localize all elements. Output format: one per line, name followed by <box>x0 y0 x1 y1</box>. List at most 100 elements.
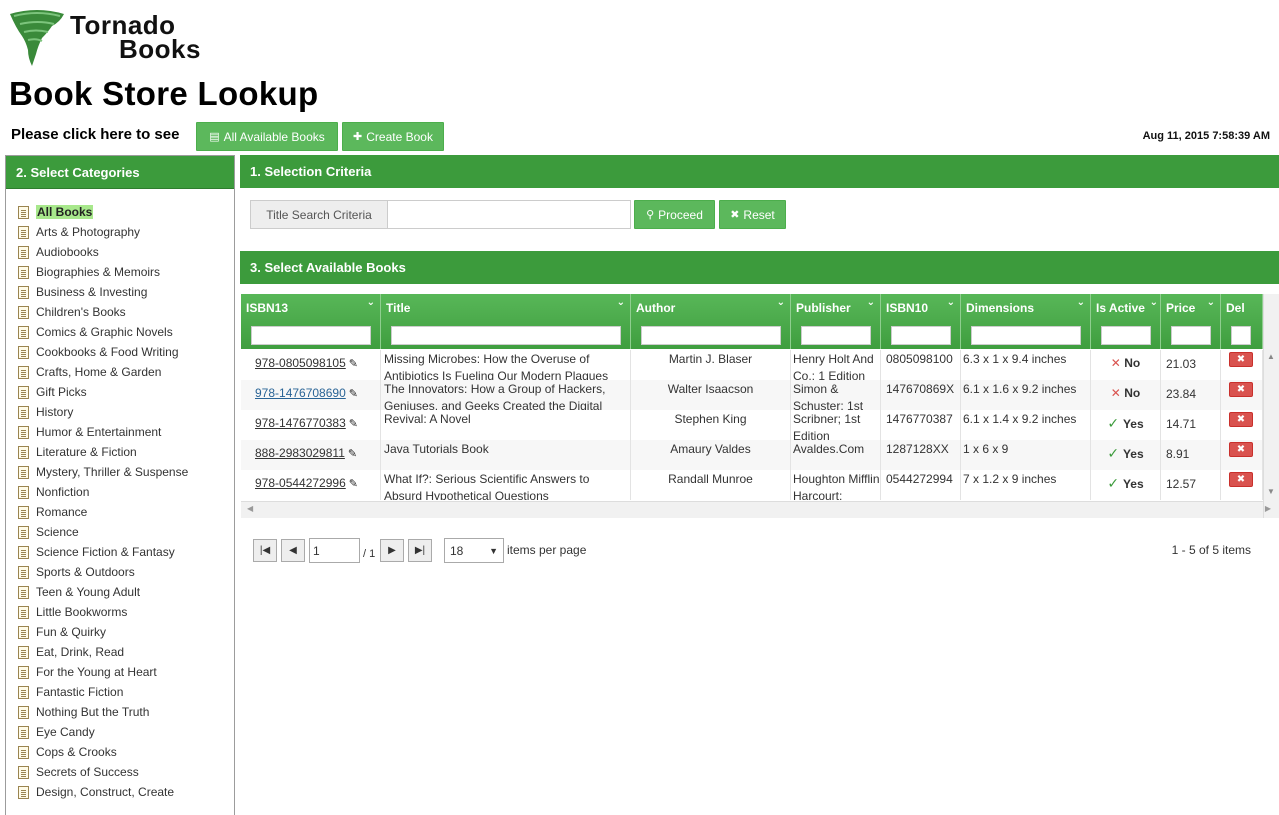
filter-is-active[interactable] <box>1101 326 1151 345</box>
category-item[interactable]: Comics & Graphic Novels <box>18 322 234 342</box>
category-item[interactable]: Audiobooks <box>18 242 234 262</box>
page-size-select[interactable]: 18 ▼ <box>444 538 504 563</box>
delete-button[interactable]: ✖ <box>1229 352 1253 367</box>
chevron-down-icon[interactable]: ⌄ <box>777 297 785 308</box>
horizontal-scrollbar[interactable]: ◀ ▶ <box>241 501 1271 518</box>
scroll-down-arrow-icon[interactable]: ▼ <box>1267 487 1275 496</box>
category-item[interactable]: Eat, Drink, Read <box>18 642 234 662</box>
table-row[interactable]: 978-0805098105 ✎ Missing Microbes: How the… <box>241 350 1263 380</box>
category-item[interactable]: Eye Candy <box>18 722 234 742</box>
category-item[interactable]: Mystery, Thriller & Suspense <box>18 462 234 482</box>
category-item[interactable]: Arts & Photography <box>18 222 234 242</box>
scroll-left-arrow-icon[interactable]: ◀ <box>247 504 253 513</box>
delete-button[interactable]: ✖ <box>1229 472 1253 487</box>
column-header-price[interactable]: Price ⌄ <box>1161 294 1221 349</box>
reset-button[interactable]: ✖ Reset <box>719 200 786 229</box>
proceed-button[interactable]: ⚲ Proceed <box>634 200 715 229</box>
scroll-right-arrow-icon[interactable]: ▶ <box>1265 504 1271 513</box>
category-item[interactable]: Nothing But the Truth <box>18 702 234 722</box>
vertical-scrollbar[interactable]: ▲ ▼ <box>1263 294 1279 518</box>
scroll-up-arrow-icon[interactable]: ▲ <box>1267 352 1275 361</box>
category-item[interactable]: Science Fiction & Fantasy <box>18 542 234 562</box>
column-header-isbn10[interactable]: ISBN10 ⌄ <box>881 294 961 349</box>
column-header-del[interactable]: Del <box>1221 294 1263 349</box>
category-item[interactable]: Cops & Crooks <box>18 742 234 762</box>
document-icon <box>18 685 29 699</box>
category-item[interactable]: Fantastic Fiction <box>18 682 234 702</box>
delete-button[interactable]: ✖ <box>1229 442 1253 457</box>
category-item[interactable]: Literature & Fiction <box>18 442 234 462</box>
filter-isbn13[interactable] <box>251 326 371 345</box>
column-header-is-active[interactable]: Is Active ⌄ <box>1091 294 1161 349</box>
chevron-down-icon[interactable]: ⌄ <box>947 297 955 308</box>
isbn13-link[interactable]: 978-0544272996 <box>255 476 346 490</box>
column-header-author[interactable]: Author ⌄ <box>631 294 791 349</box>
category-item[interactable]: Teen & Young Adult <box>18 582 234 602</box>
prev-page-button[interactable]: ◀ <box>281 539 305 562</box>
category-item[interactable]: History <box>18 402 234 422</box>
category-item[interactable]: Fun & Quirky <box>18 622 234 642</box>
table-row[interactable]: 978-0544272996 ✎ What If?: Serious Scienti… <box>241 470 1263 500</box>
delete-button[interactable]: ✖ <box>1229 412 1253 427</box>
chevron-down-icon[interactable]: ⌄ <box>1150 297 1158 308</box>
create-book-button[interactable]: ✚ Create Book <box>342 122 444 151</box>
column-header-dimensions[interactable]: Dimensions ⌄ <box>961 294 1091 349</box>
author-text: Martin J. Blaser <box>668 352 753 366</box>
category-item[interactable]: For the Young at Heart <box>18 662 234 682</box>
isbn13-link[interactable]: 978-1476708690 <box>255 386 346 400</box>
last-page-button[interactable]: ▶| <box>408 539 432 562</box>
filter-author[interactable] <box>641 326 781 345</box>
timestamp: Aug 11, 2015 7:58:39 AM <box>1142 130 1270 142</box>
filter-publisher[interactable] <box>801 326 871 345</box>
document-icon <box>18 305 29 319</box>
category-item[interactable]: Children's Books <box>18 302 234 322</box>
first-page-button[interactable]: |◀ <box>253 539 277 562</box>
filter-title[interactable] <box>391 326 621 345</box>
filter-del[interactable] <box>1231 326 1251 345</box>
chevron-down-icon[interactable]: ⌄ <box>617 297 625 308</box>
category-item[interactable]: Humor & Entertainment <box>18 422 234 442</box>
category-item[interactable]: Romance <box>18 502 234 522</box>
table-row[interactable]: 978-1476708690 ✎ The Innovators: How a Gro… <box>241 380 1263 410</box>
category-item[interactable]: All Books <box>18 202 234 222</box>
pencil-icon[interactable]: ✎ <box>349 356 358 373</box>
category-item[interactable]: Design, Construct, Create <box>18 782 234 802</box>
category-item[interactable]: Little Bookworms <box>18 602 234 622</box>
category-item[interactable]: Secrets of Success <box>18 762 234 782</box>
pencil-icon[interactable]: ✎ <box>349 416 358 433</box>
all-available-books-button[interactable]: ▤ All Available Books <box>196 122 338 151</box>
filter-isbn10[interactable] <box>891 326 951 345</box>
chevron-down-icon[interactable]: ⌄ <box>1207 297 1215 308</box>
table-row[interactable]: 978-1476770383 ✎ Revival: A Novel Stephen K… <box>241 410 1263 440</box>
column-header-publisher[interactable]: Publisher ⌄ <box>791 294 881 349</box>
category-item[interactable]: Business & Investing <box>18 282 234 302</box>
column-header-title[interactable]: Title ⌄ <box>381 294 631 349</box>
category-item[interactable]: Biographies & Memoirs <box>18 262 234 282</box>
category-item[interactable]: Sports & Outdoors <box>18 562 234 582</box>
pencil-icon[interactable]: ✎ <box>348 446 357 463</box>
category-item[interactable]: Cookbooks & Food Writing <box>18 342 234 362</box>
isbn13-link[interactable]: 978-0805098105 <box>255 356 346 370</box>
category-label: Nonfiction <box>36 485 90 499</box>
table-row[interactable]: 888-2983029811 ✎ Java Tutorials Book Amaury… <box>241 440 1263 470</box>
filter-price[interactable] <box>1171 326 1211 345</box>
category-item[interactable]: Nonfiction <box>18 482 234 502</box>
chevron-down-icon[interactable]: ⌄ <box>867 297 875 308</box>
page-number-input[interactable]: 1 <box>309 538 360 563</box>
pencil-icon[interactable]: ✎ <box>349 476 358 493</box>
category-item[interactable]: Gift Picks <box>18 382 234 402</box>
isbn13-link[interactable]: 978-1476770383 <box>255 416 346 430</box>
isbn10-text: 1476770387 <box>886 412 953 426</box>
title-search-input[interactable] <box>387 200 631 229</box>
category-item[interactable]: Science <box>18 522 234 542</box>
pencil-icon[interactable]: ✎ <box>349 386 358 403</box>
filter-dimensions[interactable] <box>971 326 1081 345</box>
next-page-button[interactable]: ▶ <box>380 539 404 562</box>
isbn13-link[interactable]: 888-2983029811 <box>255 446 345 460</box>
category-item[interactable]: Crafts, Home & Garden <box>18 362 234 382</box>
column-header-isbn13[interactable]: ISBN13 ⌄ <box>241 294 381 349</box>
chevron-down-icon[interactable]: ⌄ <box>367 297 375 308</box>
chevron-down-icon[interactable]: ⌄ <box>1077 297 1085 308</box>
delete-button[interactable]: ✖ <box>1229 382 1253 397</box>
category-label: Fun & Quirky <box>36 625 107 639</box>
